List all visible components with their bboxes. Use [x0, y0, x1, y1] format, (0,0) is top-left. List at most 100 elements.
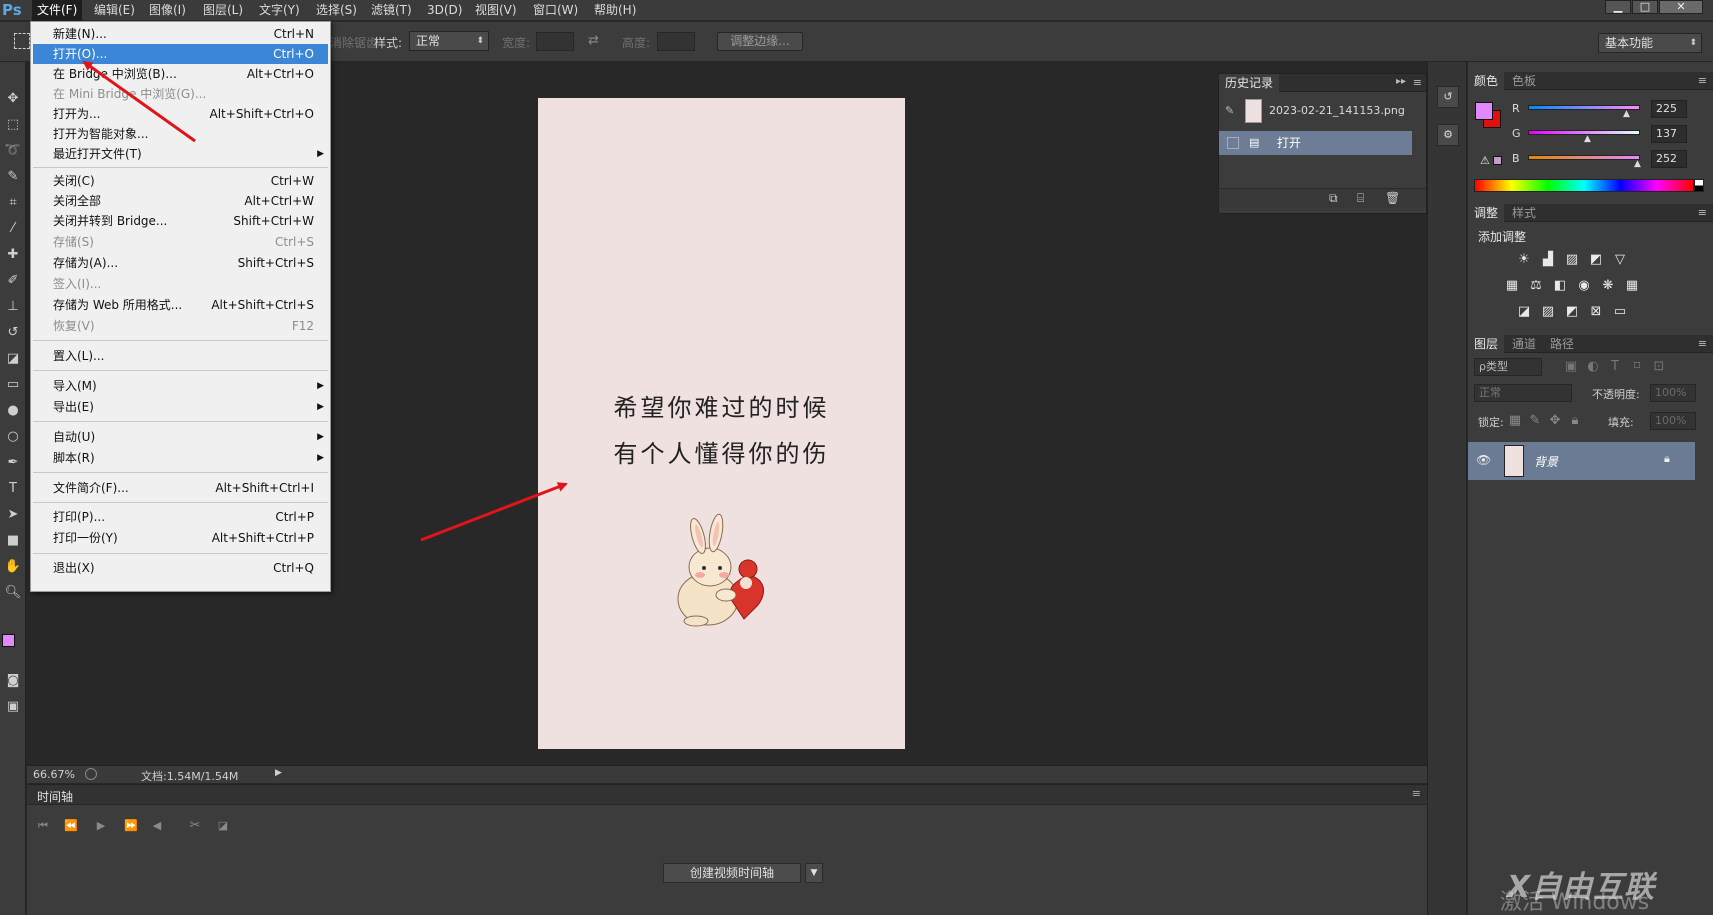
channel-mixer-icon[interactable]: ❋ [1599, 278, 1617, 294]
history-state-row[interactable]: ▤ 打开 [1219, 131, 1412, 155]
channel-g-thumb[interactable]: ▲ [1584, 134, 1591, 144]
selective-color-icon[interactable]: ⊠ [1587, 304, 1605, 320]
menu-view[interactable]: 视图(V) [470, 0, 522, 21]
menu-item-print[interactable]: 打印(P)... Ctrl+P [33, 507, 328, 527]
close-window-button[interactable]: ✕ [1659, 0, 1703, 14]
photo-filter-icon[interactable]: ◉ [1575, 278, 1593, 294]
menu-layer[interactable]: 图层(L) [198, 0, 248, 21]
history-brush-icon[interactable]: ↺ [2, 322, 24, 344]
menu-3d[interactable]: 3D(D) [422, 0, 467, 21]
menu-item-exit[interactable]: 退出(X) Ctrl+Q [33, 558, 328, 578]
panel-menu-icon[interactable]: ≡ [1698, 206, 1707, 219]
posterize-icon[interactable]: ▨ [1539, 304, 1557, 320]
move-tool-icon[interactable]: ✥ [2, 88, 24, 110]
style-select[interactable]: 正常 ⬍ [409, 31, 489, 51]
panel-menu-icon[interactable]: ≡ [1698, 74, 1707, 87]
vibrance-icon[interactable]: ▽ [1611, 252, 1629, 268]
history-snapshot[interactable]: ✎ 2023-02-21_141153.png [1219, 96, 1412, 126]
lasso-icon[interactable]: ➰ [2, 140, 24, 162]
split-clip-icon[interactable]: ✂ [185, 818, 205, 834]
layer-row-background[interactable]: 👁︎ 背景 🔒︎ [1468, 442, 1695, 480]
collapse-panel-icon[interactable]: ▸▸ [1396, 76, 1406, 87]
menu-item-open-smart-object[interactable]: 打开为智能对象... [33, 124, 328, 144]
menu-file[interactable]: 文件(F) [32, 0, 83, 21]
brush-icon[interactable]: ✐ [2, 270, 24, 292]
menu-item-close-all[interactable]: 关闭全部 Alt+Ctrl+W [33, 191, 328, 211]
height-field[interactable] [657, 32, 695, 51]
eraser-icon[interactable]: ◪ [2, 348, 24, 370]
trash-icon[interactable]: 🗑︎ [1385, 191, 1400, 205]
filter-shape-icon[interactable]: ⌑ [1628, 359, 1646, 375]
color-spectrum-ramp[interactable] [1474, 179, 1694, 192]
curves-icon[interactable]: ▨ [1563, 252, 1581, 268]
menu-image[interactable]: 图像(I) [144, 0, 191, 21]
brightness-contrast-icon[interactable]: ☀ [1515, 252, 1533, 268]
opacity-field[interactable]: 100% [1650, 384, 1696, 402]
menu-edit[interactable]: 编辑(E) [89, 0, 140, 21]
document-canvas[interactable]: 希望你难过的时候 有个人懂得你的伤 [538, 98, 905, 749]
eyedropper-icon[interactable]: ⁄ [2, 218, 24, 240]
camera-snapshot-icon[interactable]: ⌸ [1357, 191, 1364, 206]
properties-dock-icon[interactable]: ⚙ [1437, 124, 1459, 146]
threshold-icon[interactable]: ◩ [1563, 304, 1581, 320]
pen-icon[interactable]: ✒ [2, 452, 24, 474]
filter-type-icon[interactable]: T [1606, 359, 1624, 375]
rectangle-shape-icon[interactable]: ■ [2, 530, 24, 552]
menu-select[interactable]: 选择(S) [311, 0, 362, 21]
menu-item-import[interactable]: 导入(M) ▶ [33, 376, 328, 396]
hand-icon[interactable]: ✋ [2, 556, 24, 578]
blend-mode-select[interactable]: 正常 [1474, 384, 1572, 402]
quick-mask-icon[interactable]: ◙ [2, 670, 24, 692]
channel-r-value[interactable]: 225 [1651, 100, 1687, 118]
layer-name[interactable]: 背景 [1534, 453, 1558, 470]
create-video-timeline-button[interactable]: 创建视频时间轴 [663, 863, 801, 883]
black-white-icon[interactable]: ◧ [1551, 278, 1569, 294]
refine-edge-button[interactable]: 调整边缘... [717, 32, 803, 51]
invert-icon[interactable]: ◪ [1515, 304, 1533, 320]
tab-timeline[interactable]: 时间轴 [37, 788, 73, 805]
filter-smart-object-icon[interactable]: ⊡ [1650, 359, 1668, 375]
menu-filter[interactable]: 滤镜(T) [366, 0, 417, 21]
transition-icon[interactable]: ◪ [213, 818, 233, 834]
menu-item-new[interactable]: 新建(N)... Ctrl+N [33, 24, 328, 44]
visibility-eye-icon[interactable]: 👁︎ [1476, 453, 1491, 467]
color-lookup-icon[interactable]: ▦ [1623, 278, 1641, 294]
menu-item-recent-files[interactable]: 最近打开文件(T) ▶ [33, 144, 328, 164]
tab-color[interactable]: 颜色 [1468, 72, 1505, 90]
blur-icon[interactable]: ● [2, 400, 24, 422]
status-menu-arrow-icon[interactable]: ▶ [275, 768, 282, 778]
history-source-checkbox[interactable] [1227, 137, 1239, 149]
menu-item-close-go-bridge[interactable]: 关闭并转到 Bridge... Shift+Ctrl+W [33, 211, 328, 231]
menu-item-open-as[interactable]: 打开为... Alt+Shift+Ctrl+O [33, 104, 328, 124]
quick-selection-icon[interactable]: ✎ [2, 166, 24, 188]
healing-brush-icon[interactable]: ✚ [2, 244, 24, 266]
previous-frame-icon[interactable]: ⏪ [61, 818, 81, 834]
layer-filter-select[interactable]: ρ类型 [1474, 358, 1542, 376]
path-selection-icon[interactable]: ➤ [2, 504, 24, 526]
menu-item-file-info[interactable]: 文件简介(F)... Alt+Shift+Ctrl+I [33, 478, 328, 498]
menu-item-export[interactable]: 导出(E) ▶ [33, 397, 328, 417]
layer-lock-icon[interactable]: 🔒︎ [1664, 452, 1670, 466]
history-dock-icon[interactable]: ↺ [1437, 86, 1459, 108]
channel-b-thumb[interactable]: ▲ [1634, 159, 1641, 169]
width-field[interactable] [536, 32, 574, 51]
exposure-icon[interactable]: ◩ [1587, 252, 1605, 268]
menu-item-automate[interactable]: 自动(U) ▶ [33, 427, 328, 447]
tab-channels[interactable]: 通道 [1506, 335, 1542, 353]
lock-transparent-icon[interactable]: ▦ [1506, 413, 1524, 429]
menu-item-place[interactable]: 置入(L)... [33, 346, 328, 366]
foreground-color-swatch[interactable] [2, 634, 15, 647]
workspace-select[interactable]: 基本功能 ⬍ [1598, 33, 1702, 53]
menu-item-close[interactable]: 关闭(C) Ctrl+W [33, 171, 328, 191]
zoom-level[interactable]: 66.67% [33, 768, 75, 781]
type-tool-icon[interactable]: T [2, 478, 24, 500]
color-balance-icon[interactable]: ⚖ [1527, 278, 1545, 294]
menu-item-open[interactable]: 打开(O)... Ctrl+O [33, 44, 328, 64]
lock-pixels-icon[interactable]: ✎ [1526, 413, 1544, 429]
menu-type[interactable]: 文字(Y) [254, 0, 305, 21]
gradient-map-icon[interactable]: ▭ [1611, 304, 1629, 320]
menu-item-scripts[interactable]: 脚本(R) ▶ [33, 448, 328, 468]
tab-history[interactable]: 历史记录 [1219, 74, 1280, 92]
out-of-gamut-warning-icon[interactable]: ⚠ [1480, 154, 1490, 167]
play-icon[interactable]: ▶ [91, 818, 111, 834]
